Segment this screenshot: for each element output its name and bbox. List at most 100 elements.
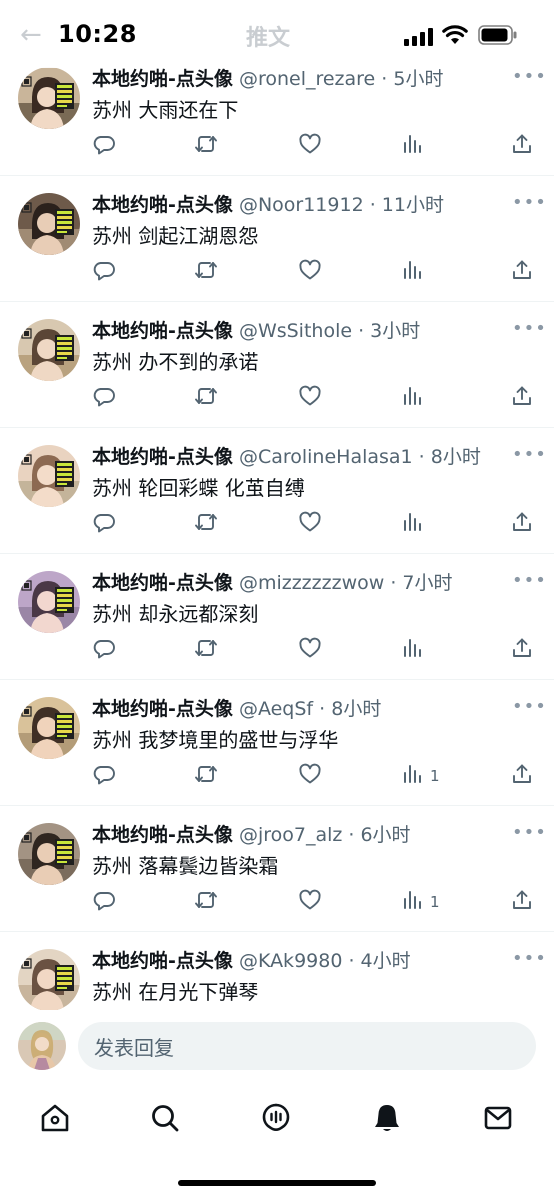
username[interactable]: @CarolineHalasa1 <box>239 446 413 468</box>
tab-notifications[interactable] <box>369 1100 405 1136</box>
share-button[interactable] <box>510 510 534 538</box>
display-name[interactable]: 本地约啪-点头像 <box>92 824 233 846</box>
reply-button[interactable] <box>92 636 116 664</box>
timestamp[interactable]: 3小时 <box>370 320 420 342</box>
share-button[interactable] <box>510 132 534 160</box>
more-options-icon[interactable]: ••• <box>512 948 547 969</box>
more-options-icon[interactable]: ••• <box>512 192 547 213</box>
retweet-button[interactable] <box>194 888 218 916</box>
username[interactable]: @AeqSf <box>239 698 313 720</box>
timestamp[interactable]: 5小时 <box>393 68 443 90</box>
tweet-header: 本地约啪-点头像 @CarolineHalasa1 · 8小时 <box>92 442 481 469</box>
more-options-icon[interactable]: ••• <box>512 570 547 591</box>
retweet-icon <box>194 384 218 412</box>
like-button[interactable] <box>298 258 322 286</box>
tweet-item[interactable]: 本地约啪-点头像 @WsSithole · 3小时 ••• 苏州 办不到的承诺 <box>0 302 554 428</box>
more-options-icon[interactable]: ••• <box>512 696 547 717</box>
avatar[interactable] <box>18 697 80 759</box>
tweet-item[interactable]: 本地约啪-点头像 @KAk9980 · 4小时 ••• 苏州 在月光下弹琴 <box>0 932 554 1010</box>
views-button[interactable]: 1 <box>400 762 440 790</box>
reply-button[interactable] <box>92 888 116 916</box>
retweet-button[interactable] <box>194 510 218 538</box>
like-button[interactable] <box>298 132 322 160</box>
tab-messages[interactable] <box>480 1100 516 1136</box>
username[interactable]: @WsSithole <box>239 320 352 342</box>
retweet-button[interactable] <box>194 132 218 160</box>
wifi-icon <box>442 25 468 44</box>
tweet-item[interactable]: 本地约啪-点头像 @ronel_rezare · 5小时 ••• 苏州 大雨还在… <box>0 50 554 176</box>
reply-button[interactable] <box>92 258 116 286</box>
username[interactable]: @ronel_rezare <box>239 68 375 90</box>
reply-button[interactable] <box>92 510 116 538</box>
username[interactable]: @KAk9980 <box>239 950 342 972</box>
share-button[interactable] <box>510 762 534 790</box>
retweet-button[interactable] <box>194 762 218 790</box>
timestamp[interactable]: 4小时 <box>361 950 411 972</box>
reply-button[interactable] <box>92 384 116 412</box>
tweet-feed[interactable]: 本地约啪-点头像 @ronel_rezare · 5小时 ••• 苏州 大雨还在… <box>0 50 554 1010</box>
views-button[interactable] <box>400 258 430 286</box>
retweet-button[interactable] <box>194 636 218 664</box>
display-name[interactable]: 本地约啪-点头像 <box>92 320 233 342</box>
tab-spaces[interactable] <box>258 1100 294 1136</box>
avatar[interactable] <box>18 823 80 885</box>
like-button[interactable] <box>298 510 322 538</box>
retweet-button[interactable] <box>194 258 218 286</box>
timestamp[interactable]: 7小时 <box>402 572 452 594</box>
timestamp[interactable]: 8小时 <box>331 698 381 720</box>
timestamp[interactable]: 8小时 <box>431 446 481 468</box>
separator-dot: · <box>342 824 361 846</box>
heart-icon <box>298 636 322 664</box>
like-button[interactable] <box>298 888 322 916</box>
like-button[interactable] <box>298 384 322 412</box>
avatar[interactable] <box>18 319 80 381</box>
username[interactable]: @mizzzzzzwow <box>239 572 384 594</box>
current-user-avatar[interactable] <box>18 1022 66 1070</box>
tab-search[interactable] <box>147 1100 183 1136</box>
tweet-item[interactable]: 本地约啪-点头像 @Noor11912 · 11小时 ••• 苏州 剑起江湖恩怨 <box>0 176 554 302</box>
avatar[interactable] <box>18 571 80 633</box>
back-arrow-icon[interactable]: ← <box>20 20 42 50</box>
avatar[interactable] <box>18 949 80 1010</box>
retweet-button[interactable] <box>194 384 218 412</box>
views-button[interactable]: 1 <box>400 888 440 916</box>
username[interactable]: @jroo7_alz <box>239 824 342 846</box>
timestamp[interactable]: 11小时 <box>382 194 444 216</box>
more-options-icon[interactable]: ••• <box>512 66 547 87</box>
views-button[interactable] <box>400 636 430 664</box>
avatar[interactable] <box>18 193 80 255</box>
display-name[interactable]: 本地约啪-点头像 <box>92 446 233 468</box>
views-button[interactable] <box>400 510 430 538</box>
avatar[interactable] <box>18 445 80 507</box>
reply-input[interactable]: 发表回复 <box>78 1022 536 1070</box>
more-options-icon[interactable]: ••• <box>512 822 547 843</box>
views-button[interactable] <box>400 384 430 412</box>
heart-icon <box>298 384 322 412</box>
like-button[interactable] <box>298 762 322 790</box>
tweet-item[interactable]: 本地约啪-点头像 @CarolineHalasa1 · 8小时 ••• 苏州 轮… <box>0 428 554 554</box>
share-button[interactable] <box>510 636 534 664</box>
username[interactable]: @Noor11912 <box>239 194 364 216</box>
display-name[interactable]: 本地约啪-点头像 <box>92 698 233 720</box>
display-name[interactable]: 本地约啪-点头像 <box>92 68 233 90</box>
reply-button[interactable] <box>92 762 116 790</box>
avatar[interactable] <box>18 67 80 129</box>
reply-composer: 发表回复 <box>0 1012 554 1082</box>
timestamp[interactable]: 6小时 <box>360 824 410 846</box>
display-name[interactable]: 本地约啪-点头像 <box>92 572 233 594</box>
like-button[interactable] <box>298 636 322 664</box>
share-button[interactable] <box>510 888 534 916</box>
tweet-item[interactable]: 本地约啪-点头像 @AeqSf · 8小时 ••• 苏州 我梦境里的盛世与浮华 … <box>0 680 554 806</box>
more-options-icon[interactable]: ••• <box>512 318 547 339</box>
home-indicator <box>178 1180 376 1186</box>
display-name[interactable]: 本地约啪-点头像 <box>92 950 233 972</box>
tweet-item[interactable]: 本地约啪-点头像 @mizzzzzzwow · 7小时 ••• 苏州 却永远都深… <box>0 554 554 680</box>
tweet-item[interactable]: 本地约啪-点头像 @jroo7_alz · 6小时 ••• 苏州 落幕鬓边皆染霜… <box>0 806 554 932</box>
tab-home[interactable] <box>37 1100 73 1136</box>
share-button[interactable] <box>510 384 534 412</box>
share-button[interactable] <box>510 258 534 286</box>
reply-button[interactable] <box>92 132 116 160</box>
more-options-icon[interactable]: ••• <box>512 444 547 465</box>
display-name[interactable]: 本地约啪-点头像 <box>92 194 233 216</box>
views-button[interactable] <box>400 132 430 160</box>
